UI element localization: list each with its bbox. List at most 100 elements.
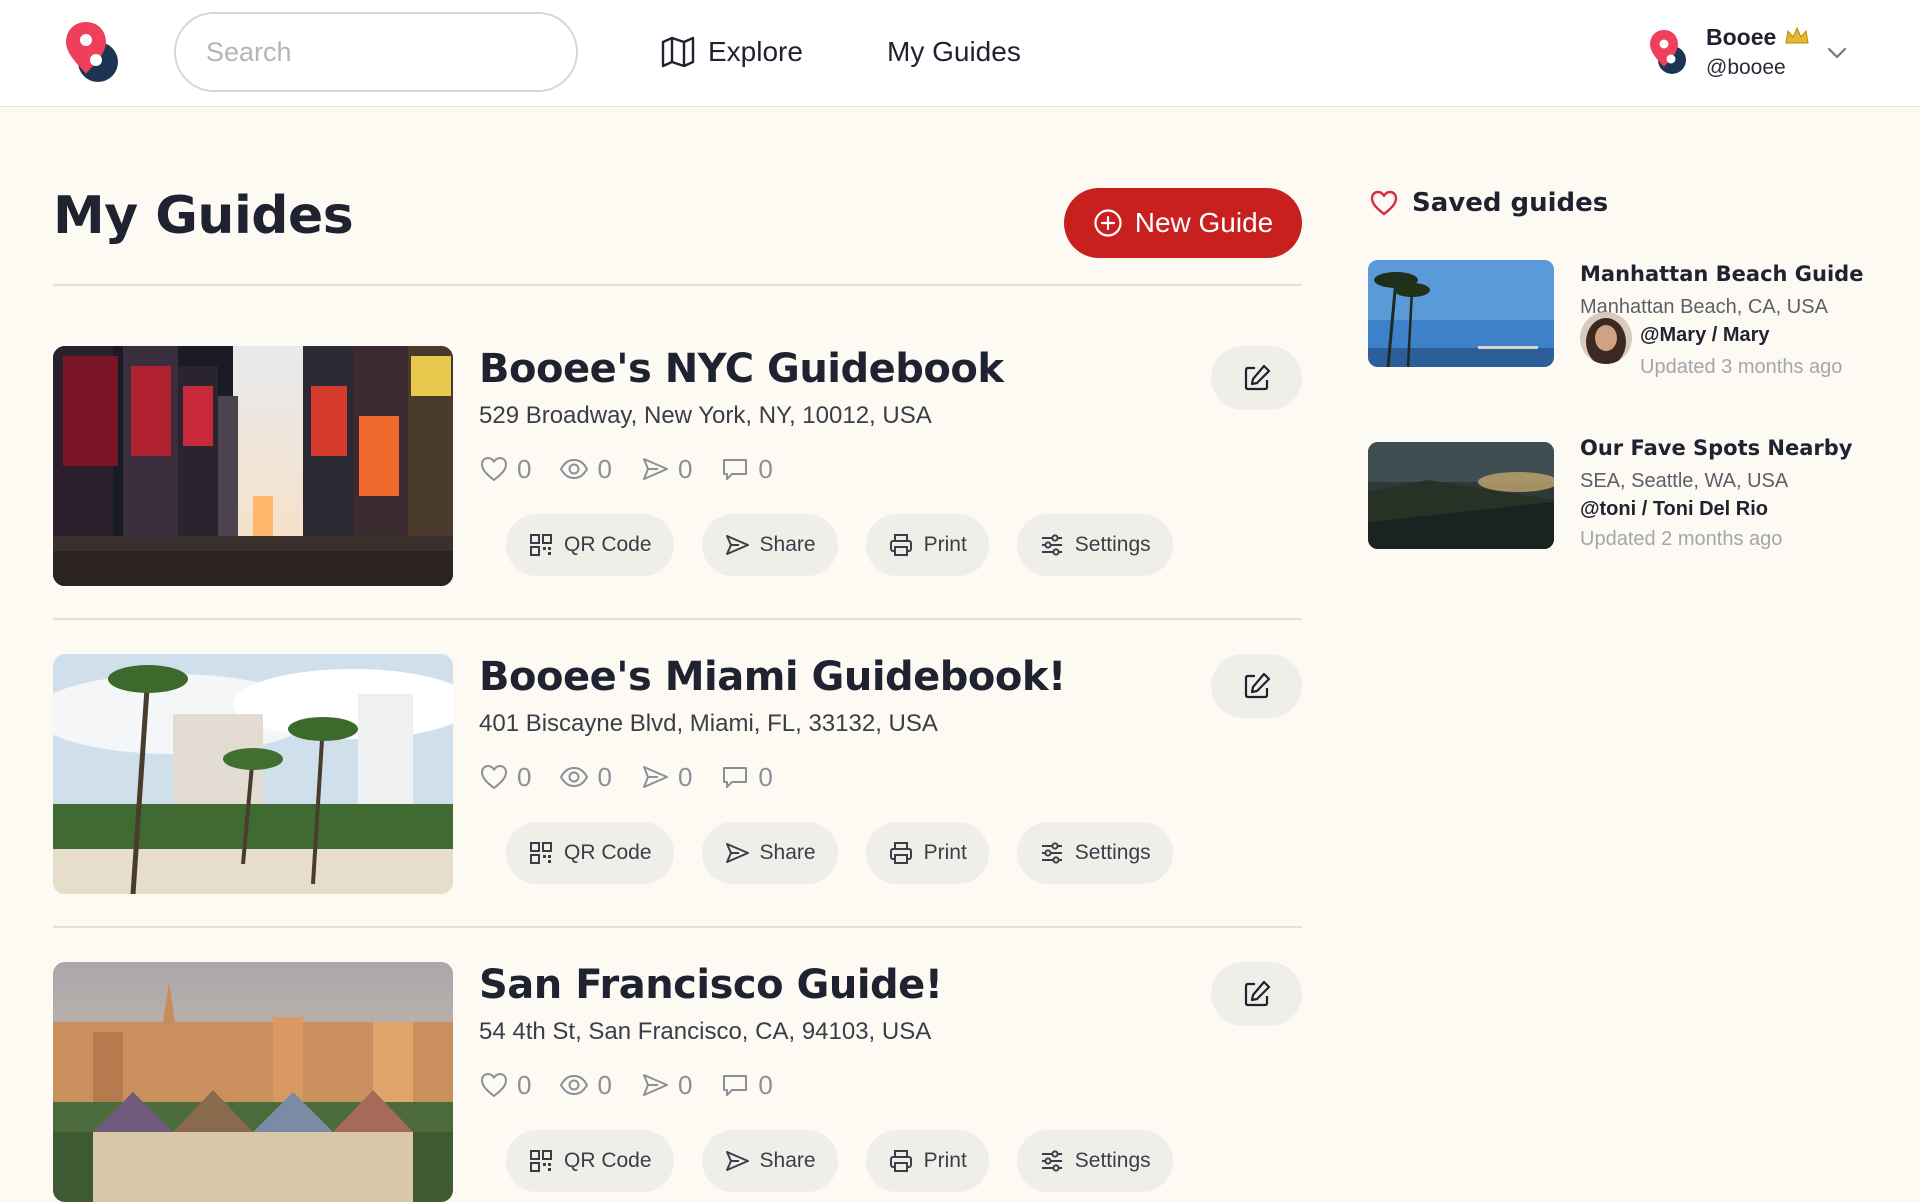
nav-my-guides-label: My Guides [887,36,1021,67]
search-bar[interactable] [174,12,578,92]
likes-stat[interactable]: 0 [479,762,531,793]
share-button[interactable]: Share [701,1130,838,1192]
author-avatar[interactable] [1580,312,1632,364]
settings-button[interactable]: Settings [1016,514,1173,576]
printer-icon [889,534,912,556]
edit-guide-button[interactable] [1211,346,1302,410]
edit-guide-button[interactable] [1211,962,1302,1026]
send-icon [642,1074,668,1096]
sliders-icon [1041,534,1062,556]
eye-icon [560,1074,589,1096]
heart-icon [480,456,508,482]
guide-title[interactable]: Booee's NYC Guidebook [479,346,1004,392]
divider [53,284,1302,286]
share-button[interactable]: Share [701,822,838,884]
edit-guide-button[interactable] [1211,654,1302,718]
saved-guide-image[interactable] [1368,260,1554,367]
saved-guide-title[interactable]: Manhattan Beach Guide [1580,262,1863,286]
nav-explore-label: Explore [708,36,803,67]
saved-guide-updated: Updated 2 months ago [1580,528,1783,550]
views-count: 0 [597,761,612,792]
nav-my-guides[interactable]: My Guides [887,30,1021,74]
divider [53,926,1302,928]
saved-guide-title[interactable]: Our Fave Spots Nearby [1580,436,1853,460]
guide-image[interactable] [53,654,453,894]
user-name: Booee [1706,24,1777,50]
search-input[interactable] [206,36,560,68]
settings-label: Settings [1074,841,1151,864]
share-button[interactable]: Share [701,514,838,576]
qr-code-label: QR Code [564,1149,652,1172]
comments-stat[interactable]: 0 [720,761,773,793]
send-icon [725,843,749,863]
saved-guide-item[interactable]: Manhattan Beach Guide Manhattan Beach, C… [1368,260,1898,378]
new-guide-button[interactable]: New Guide [1064,188,1302,258]
heart-icon [480,1072,508,1098]
shares-count: 0 [677,1069,693,1100]
chevron-down-icon[interactable] [1826,46,1848,60]
qr-code-button[interactable]: QR Code [506,514,674,576]
likes-stat[interactable]: 0 [479,454,531,485]
comment-icon [723,767,748,788]
print-button[interactable]: Print [865,514,989,576]
saved-guides-title: Saved guides [1412,188,1609,218]
shares-stat: 0 [640,762,692,793]
print-button[interactable]: Print [865,822,989,884]
edit-icon [1244,980,1270,1007]
page-title: My Guides [53,186,354,246]
qr-code-button[interactable]: QR Code [506,822,674,884]
comments-count: 0 [758,761,773,792]
guide-image[interactable] [53,962,453,1202]
send-icon [642,458,668,480]
print-label: Print [923,1149,967,1172]
eye-icon [560,766,589,788]
heart-icon [480,764,508,790]
guide-actions: QR Code Share Print Settings [506,1130,1173,1192]
share-label: Share [759,841,816,864]
eye-icon [560,458,589,480]
settings-label: Settings [1074,1149,1151,1172]
user-menu[interactable]: Booee @booee [1648,22,1848,84]
saved-guide-author[interactable]: @toni / Toni Del Rio [1580,498,1768,521]
send-icon [642,766,668,788]
shares-stat: 0 [640,1070,692,1101]
qr-code-button[interactable]: QR Code [506,1130,674,1192]
sliders-icon [1041,842,1062,864]
guide-card: Booee's Miami Guidebook! 401 Biscayne Bl… [53,654,1302,894]
qr-code-label: QR Code [564,841,652,864]
likes-stat[interactable]: 0 [479,1070,531,1101]
guide-card: San Francisco Guide! 54 4th St, San Fran… [53,962,1302,1202]
shares-stat: 0 [640,454,692,485]
guide-address: 54 4th St, San Francisco, CA, 94103, USA [479,1018,932,1045]
saved-guides-header: Saved guides [1368,188,1608,218]
print-button[interactable]: Print [865,1130,989,1192]
divider [53,618,1302,620]
comments-stat[interactable]: 0 [720,1070,773,1101]
comments-stat[interactable]: 0 [720,453,773,485]
saved-guide-location: SEA, Seattle, WA, USA [1580,470,1789,492]
guide-stats: 0 0 0 0 [479,452,801,486]
likes-count: 0 [517,1069,532,1100]
print-label: Print [923,841,967,864]
saved-guide-item[interactable]: Our Fave Spots Nearby SEA, Seattle, WA, … [1368,434,1898,550]
settings-button[interactable]: Settings [1016,1130,1173,1192]
edit-icon [1244,672,1270,699]
qr-code-icon [530,842,552,864]
comments-count: 0 [758,453,773,484]
app-logo[interactable] [64,18,124,84]
qr-code-icon [530,1150,552,1172]
share-label: Share [759,533,816,556]
guide-image[interactable] [53,346,453,586]
nav-explore[interactable]: Explore [660,30,803,74]
shares-count: 0 [677,761,693,792]
saved-guide-image[interactable] [1368,442,1554,549]
saved-guide-author[interactable]: @Mary / Mary [1640,324,1770,347]
qr-code-label: QR Code [564,533,652,556]
new-guide-label: New Guide [1134,207,1274,238]
guide-title[interactable]: San Francisco Guide! [479,962,943,1008]
top-bar: Explore My Guides Booee @booee [0,0,1920,107]
guide-title[interactable]: Booee's Miami Guidebook! [479,654,1066,700]
user-avatar[interactable] [1648,28,1690,76]
settings-button[interactable]: Settings [1016,822,1173,884]
user-handle: @booee [1706,56,1786,79]
